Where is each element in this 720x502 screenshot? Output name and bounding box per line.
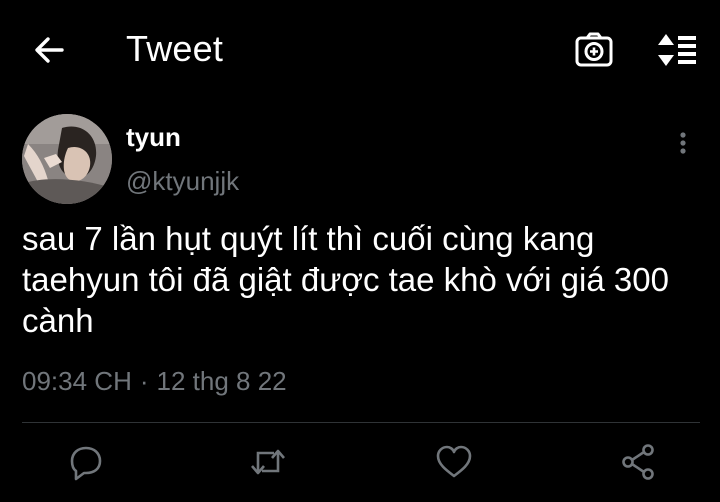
page-title: Tweet: [126, 28, 224, 69]
author-name[interactable]: tyun: [126, 122, 181, 153]
camera-icon[interactable]: [572, 28, 616, 72]
divider: [22, 422, 700, 423]
heart-icon[interactable]: [432, 440, 476, 484]
share-icon[interactable]: [616, 440, 660, 484]
action-bar: [0, 440, 720, 490]
reply-bubble-icon[interactable]: [64, 440, 108, 484]
sort-list-icon[interactable]: [652, 28, 700, 72]
more-options-icon[interactable]: [666, 126, 700, 160]
tweet-time: 09:34 CH: [22, 366, 132, 396]
arrow-left-icon[interactable]: [30, 30, 70, 70]
tweet-date: 12 thg 8 22: [156, 366, 287, 396]
retweet-icon[interactable]: [246, 440, 290, 484]
tweet-text: sau 7 lần hụt quýt lít thì cuối cùng kan…: [22, 220, 669, 339]
top-bar: Tweet: [0, 0, 720, 100]
avatar[interactable]: [22, 114, 112, 204]
meta-separator: ·: [139, 366, 149, 396]
author-handle[interactable]: @ktyunjjk: [126, 166, 239, 197]
tweet-timestamp: 09:34 CH · 12 thg 8 22: [22, 366, 287, 397]
